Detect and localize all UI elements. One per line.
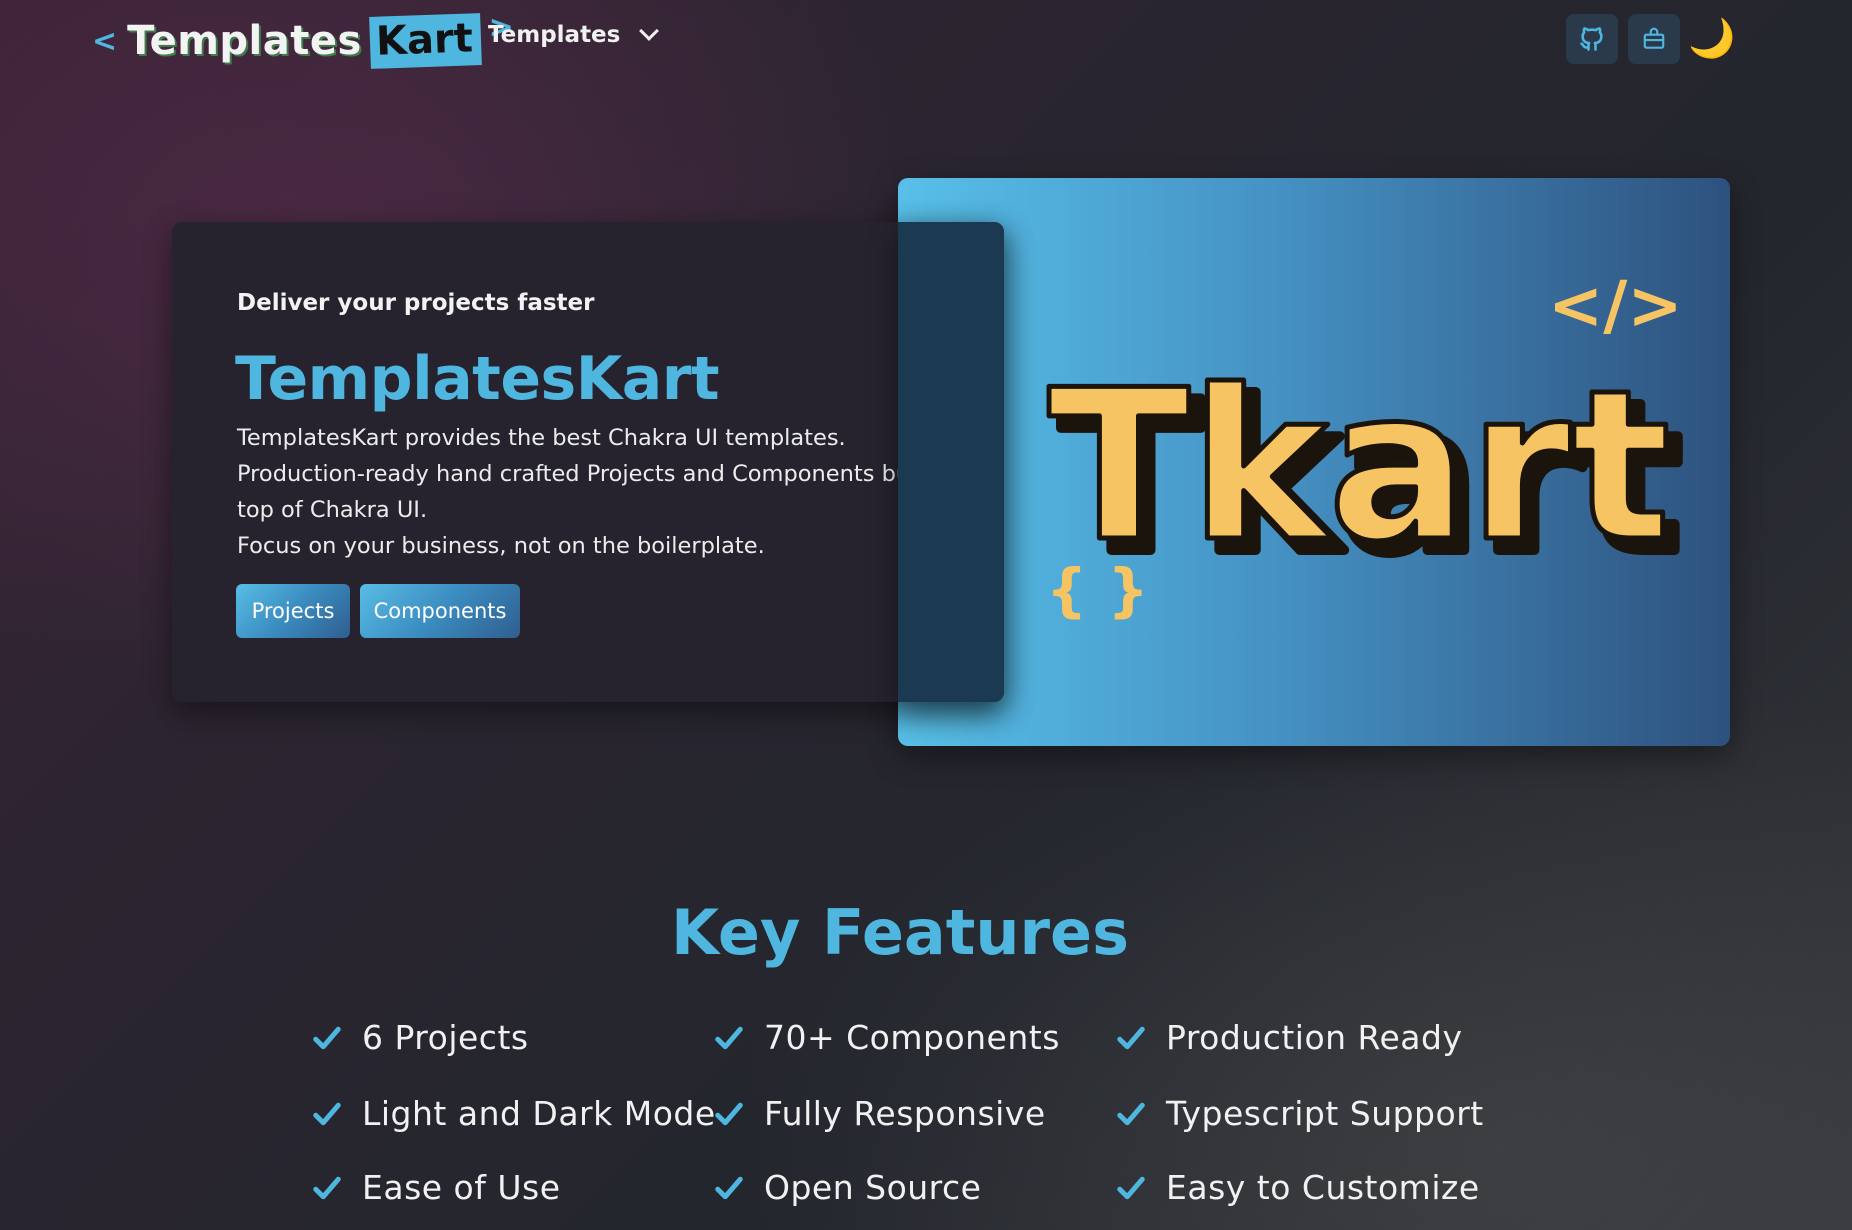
- logo-left-bracket: <: [92, 23, 118, 59]
- feature-label: 70+ Components: [764, 1018, 1060, 1057]
- check-icon: [1117, 1026, 1145, 1049]
- check-icon: [715, 1026, 743, 1049]
- hero-title: TemplatesKart: [235, 344, 720, 414]
- feature-item: Ease of Use: [312, 1168, 561, 1207]
- check-icon: [313, 1102, 341, 1125]
- features-title: Key Features: [670, 896, 1130, 969]
- feature-item: Production Ready: [1116, 1018, 1463, 1057]
- feature-item: Typescript Support: [1116, 1094, 1484, 1133]
- feature-label: Open Source: [764, 1168, 982, 1207]
- check-icon: [715, 1176, 743, 1199]
- braces-icon: { }: [1046, 556, 1149, 624]
- feature-label: Fully Responsive: [764, 1094, 1046, 1133]
- hero-banner-image: </> Tkart Tkart { }: [898, 178, 1730, 746]
- github-button[interactable]: [1566, 14, 1618, 64]
- bag-icon: [1643, 27, 1665, 49]
- code-tag-icon: </>: [1548, 267, 1683, 344]
- logo-word: Templates: [127, 18, 362, 64]
- hero-description-line: TemplatesKart provides the best Chakra U…: [237, 425, 846, 451]
- feature-label: Light and Dark Mode: [362, 1094, 716, 1133]
- feature-item: Fully Responsive: [714, 1094, 1046, 1133]
- templates-menu-label: Templates: [488, 22, 621, 48]
- logo-accent: Kart: [368, 13, 482, 69]
- bag-button[interactable]: [1628, 14, 1680, 64]
- hero-description-line: Focus on your business, not on the boile…: [237, 533, 765, 559]
- feature-label: Easy to Customize: [1166, 1168, 1480, 1207]
- hero-description: TemplatesKart provides the best Chakra U…: [237, 420, 967, 564]
- hero-description-line: top of Chakra UI.: [237, 497, 428, 523]
- hero-tagline: Deliver your projects faster: [237, 290, 595, 316]
- feature-label: Typescript Support: [1166, 1094, 1484, 1133]
- feature-label: Ease of Use: [362, 1168, 561, 1207]
- check-icon: [1117, 1102, 1145, 1125]
- feature-label: 6 Projects: [362, 1018, 529, 1057]
- projects-button[interactable]: Projects: [236, 584, 350, 638]
- banner-wordmark: Tkart: [1048, 346, 1671, 588]
- feature-item: Light and Dark Mode: [312, 1094, 716, 1133]
- hero-description-line: Production-ready hand crafted Projects a…: [237, 461, 967, 487]
- feature-item: Easy to Customize: [1116, 1168, 1480, 1207]
- components-button[interactable]: Components: [360, 584, 520, 638]
- feature-item: 70+ Components: [714, 1018, 1060, 1057]
- navbar: < Templates Kart > Templates 🌙: [0, 0, 1852, 76]
- feature-item: Open Source: [714, 1168, 981, 1207]
- feature-item: 6 Projects: [312, 1018, 529, 1057]
- check-icon: [715, 1102, 743, 1125]
- logo[interactable]: < Templates Kart >: [92, 10, 514, 70]
- check-icon: [313, 1176, 341, 1199]
- check-icon: [313, 1026, 341, 1049]
- moon-icon[interactable]: 🌙: [1688, 14, 1736, 62]
- github-icon: [1580, 27, 1603, 51]
- hero-card-overlap: [898, 222, 1004, 702]
- chevron-down-icon: [639, 21, 660, 41]
- hero-card: Deliver your projects faster TemplatesKa…: [172, 222, 1004, 702]
- check-icon: [1117, 1176, 1145, 1199]
- templates-menu[interactable]: Templates: [488, 21, 660, 48]
- feature-label: Production Ready: [1166, 1018, 1463, 1057]
